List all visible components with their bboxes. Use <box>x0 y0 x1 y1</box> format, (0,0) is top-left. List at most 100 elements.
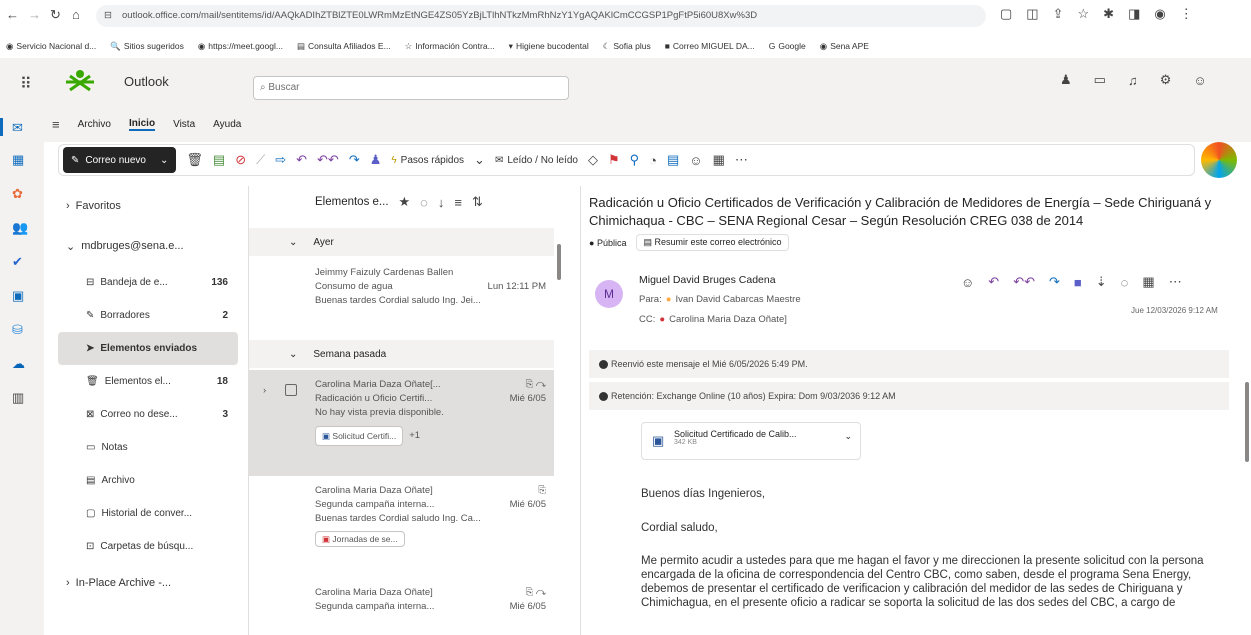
tab-inicio[interactable]: Inicio <box>128 118 156 131</box>
home-icon[interactable]: ⌂ <box>72 7 80 22</box>
summarize-button[interactable]: ▤ Resumir este correo electrónico <box>636 234 789 251</box>
share-icon[interactable]: ⇪ <box>1053 6 1064 22</box>
bookmark[interactable]: ☆ Información Contra... <box>405 41 495 52</box>
chevron-right-icon[interactable]: › <box>263 384 266 398</box>
address-bar[interactable]: ⊟ outlook.office.com/mail/sentitems/id/A… <box>96 5 986 27</box>
bell-icon[interactable]: ♫ <box>1128 73 1138 88</box>
snooze-icon[interactable]: ◔ <box>649 153 657 168</box>
copilot-button[interactable] <box>1201 142 1237 178</box>
folder-junk[interactable]: ⊠ Correo no dese... 3 <box>58 398 238 431</box>
folder-inbox[interactable]: ⊟ Bandeja de e... 136 <box>58 266 238 299</box>
archive-icon[interactable]: ▤ <box>213 152 225 168</box>
chevron-down-icon[interactable]: ⌄ <box>160 155 168 166</box>
reply-icon[interactable]: ↶ <box>296 152 307 168</box>
notes-icon[interactable]: ▭ <box>1094 72 1106 88</box>
chevron-down-icon[interactable]: ⌄ <box>844 431 852 442</box>
delete-icon[interactable]: 🗑 <box>186 152 203 168</box>
teams-icon[interactable]: ♟ <box>1060 72 1072 88</box>
copilot-icon[interactable]: ✿ <box>12 186 23 202</box>
translate-icon[interactable]: ☺ <box>689 153 702 168</box>
people-icon[interactable]: 👥 <box>12 220 28 236</box>
attachment-card[interactable]: ▣ Solicitud Certificado de Calib... 342 … <box>641 422 861 460</box>
folder-archive[interactable]: ▤ Archivo <box>58 464 238 497</box>
sway-icon[interactable]: ⛁ <box>12 322 23 338</box>
bookmark[interactable]: ◉ https://meet.googl... <box>198 41 283 52</box>
bookmark[interactable]: G Google <box>769 41 806 51</box>
recipient[interactable]: Ivan David Cabarcas Maestre <box>675 294 800 305</box>
sort-icon[interactable]: ↓ <box>438 195 445 210</box>
reply-icon[interactable]: ↶ <box>988 274 999 290</box>
bookmark[interactable]: 🔍 Sitios sugeridos <box>110 41 184 52</box>
search-input[interactable]: ⌕ Buscar <box>253 76 569 100</box>
star-icon[interactable]: ☆ <box>1078 6 1090 22</box>
bookmark[interactable]: ■ Correo MIGUEL DA... <box>665 41 755 51</box>
bookmark[interactable]: ▤ Consulta Afiliados E... <box>297 41 391 52</box>
sender-name[interactable]: Miguel David Bruges Cadena <box>639 274 776 286</box>
sweep-icon[interactable]: ⟋ <box>256 152 265 168</box>
scrollbar[interactable] <box>557 244 561 280</box>
emoji-icon[interactable]: ☺ <box>961 275 974 290</box>
forward-mail-icon[interactable]: ↷ <box>349 152 360 168</box>
account-icon[interactable]: ☺ <box>1193 73 1206 88</box>
reply-all-icon[interactable]: ↶↶ <box>317 152 339 168</box>
list-item[interactable]: › Carolina Maria Daza Oñate[... ⎘ ↷ Radic… <box>249 370 554 476</box>
folder-deleted[interactable]: 🗑 Elementos el... 18 <box>58 365 238 398</box>
tab-vista[interactable]: Vista <box>173 119 195 130</box>
reading-mode-icon[interactable]: ◫ <box>1026 6 1038 22</box>
bookmark[interactable]: ◉ Servicio Nacional d... <box>6 41 96 52</box>
apps-icon[interactable]: ▦ <box>713 152 725 168</box>
folder-notes[interactable]: ▭ Notas <box>58 431 238 464</box>
more-icon[interactable]: ⋯ <box>735 152 748 168</box>
copilot-icon[interactable]: ◌ <box>1121 275 1129 290</box>
forward-mail-icon[interactable]: ↷ <box>1049 274 1060 290</box>
teams-share-icon[interactable]: ♟ <box>370 152 382 168</box>
tab-archivo[interactable]: Archivo <box>78 119 111 130</box>
browser-menu-icon[interactable]: ⋮ <box>1180 6 1193 22</box>
todo-icon[interactable]: ✔ <box>12 254 23 270</box>
actions-icon[interactable]: ⇣ <box>1096 274 1107 290</box>
read-unread-button[interactable]: ✉ Leído / No leído <box>495 155 578 166</box>
reply-all-icon[interactable]: ↶↶ <box>1013 274 1035 290</box>
apps-icon[interactable]: ▦ <box>1142 274 1154 290</box>
checkbox[interactable] <box>285 384 297 396</box>
new-mail-button[interactable]: ✎ Correo nuevo ⌄ <box>63 147 177 173</box>
reload-icon[interactable]: ↻ <box>50 7 61 23</box>
attachment-chip[interactable]: ▣ Jornadas de se... <box>315 531 405 547</box>
folder-history[interactable]: ▢ Historial de conver... <box>58 497 238 530</box>
star-icon[interactable]: ★ <box>399 194 411 210</box>
select-icon[interactable]: ⇅ <box>472 194 483 210</box>
folder-search[interactable]: ⊡ Carpetas de búsqu... <box>58 530 238 563</box>
quick-steps-button[interactable]: ϟ Pasos rápidos <box>391 155 464 166</box>
filter-icon[interactable]: ≡ <box>454 195 462 210</box>
archive-header[interactable]: › In-Place Archive -... <box>58 563 238 603</box>
scrollbar[interactable] <box>1245 382 1249 462</box>
bookmark[interactable]: ▾ Higiene bucodental <box>509 41 589 52</box>
flag-icon[interactable]: ⚑ <box>608 152 620 168</box>
sensitivity-label[interactable]: ● Pública <box>589 238 626 248</box>
sidepanel-icon[interactable]: ◨ <box>1128 6 1140 22</box>
onedrive-icon[interactable]: ☁ <box>12 356 25 372</box>
folder-sent[interactable]: ➤ Elementos enviados <box>58 332 238 365</box>
forward-icon[interactable]: → <box>28 7 41 22</box>
mail-icon[interactable]: ✉ <box>12 120 23 136</box>
folder-drafts[interactable]: ✎ Borradores 2 <box>58 299 238 332</box>
move-icon[interactable]: ⇨ <box>275 152 286 168</box>
sender-avatar[interactable]: M <box>595 280 623 308</box>
policy-icon[interactable]: ▤ <box>667 152 679 168</box>
extensions-icon[interactable]: ✱ <box>1103 6 1114 22</box>
tab-ayuda[interactable]: Ayuda <box>213 119 241 130</box>
calendar-icon[interactable]: ▦ <box>12 152 24 168</box>
account-header[interactable]: ⌄ mdbruges@sena.e... <box>58 226 238 266</box>
site-info-icon[interactable]: ⊟ <box>104 5 112 27</box>
cc-recipient[interactable]: Carolina Maria Daza Oñate] <box>669 314 787 325</box>
list-item[interactable]: Jeimmy Faizuly Cardenas Ballen Consumo d… <box>249 266 554 308</box>
report-icon[interactable]: ⊘ <box>235 152 246 168</box>
copilot-icon[interactable]: ◌ <box>420 195 428 210</box>
back-icon[interactable]: ← <box>6 7 19 22</box>
pin-icon[interactable]: ⚲ <box>630 152 640 168</box>
group-header[interactable]: ⌄ Semana pasada <box>249 340 554 368</box>
gear-icon[interactable]: ⚙ <box>1160 72 1172 88</box>
bookings-icon[interactable]: ▣ <box>12 288 24 304</box>
bookmark[interactable]: ◉ Sena APE <box>820 41 869 52</box>
app-launcher-icon[interactable]: ⠿ <box>20 74 32 94</box>
